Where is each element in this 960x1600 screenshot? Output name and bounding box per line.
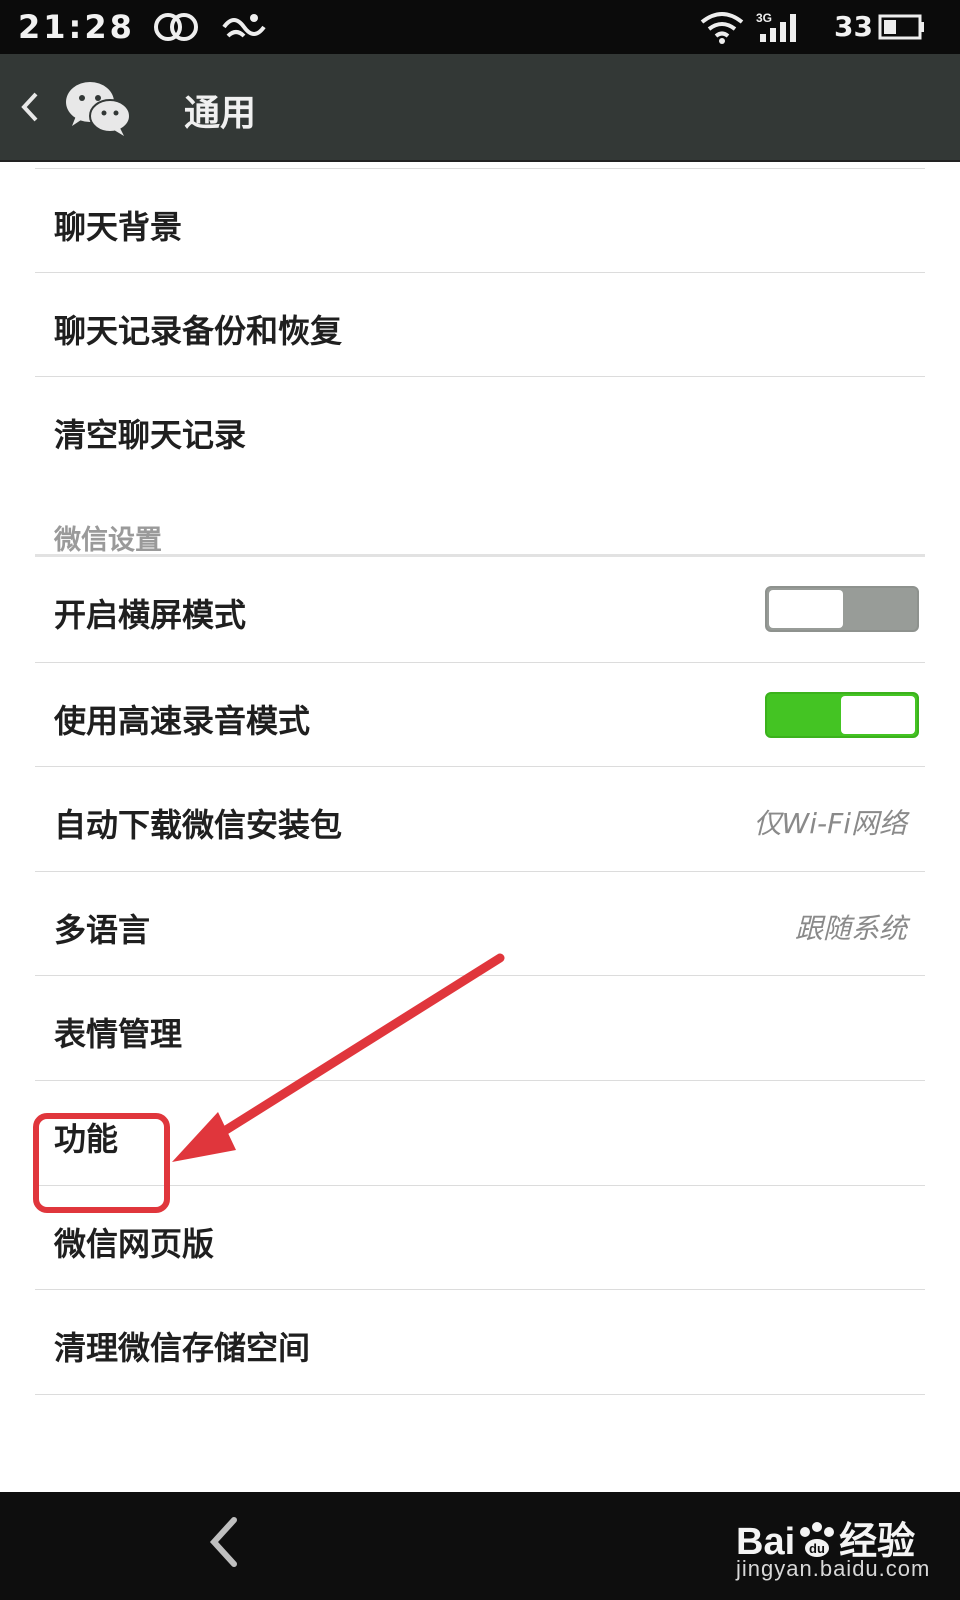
divider	[35, 1289, 925, 1290]
list-item-clear-storage[interactable]: 清理微信存储空间	[35, 1291, 925, 1395]
list-item-label: 表情管理	[54, 1015, 183, 1053]
landscape-toggle[interactable]	[765, 586, 919, 632]
list-item-chat-backup[interactable]: 聊天记录备份和恢复	[35, 274, 925, 378]
list-item-auto-download[interactable]: 自动下载微信安装包 仅Wi-Fi网络	[35, 768, 925, 872]
section-divider	[35, 554, 925, 557]
toggle-knob	[769, 590, 843, 628]
list-item-emoji-manage[interactable]: 表情管理	[35, 977, 925, 1081]
divider	[35, 975, 925, 976]
battery-level: 33	[834, 10, 873, 43]
list-item-landscape-mode[interactable]: 开启横屏模式	[35, 558, 925, 662]
list-item-label: 开启横屏模式	[54, 596, 247, 634]
toggle-knob	[841, 696, 915, 734]
divider	[35, 168, 925, 169]
list-item-fast-recording[interactable]: 使用高速录音模式	[35, 664, 925, 768]
list-item-value: 仅Wi-Fi网络	[753, 807, 907, 840]
list-item-label: 多语言	[54, 911, 151, 949]
divider	[35, 1394, 925, 1395]
list-item-language[interactable]: 多语言 跟随系统	[35, 873, 925, 977]
divider	[35, 1080, 925, 1081]
page-title: 通用	[184, 93, 257, 134]
list-item-label: 自动下载微信安装包	[54, 806, 343, 844]
list-item-label: 聊天记录备份和恢复	[54, 312, 343, 350]
list-item-label: 清理微信存储空间	[54, 1329, 311, 1367]
svg-text:3G: 3G	[756, 11, 772, 25]
navigation-bar: Bai du 经验 jingyan.baidu.com	[0, 1492, 960, 1600]
list-item-chat-background[interactable]: 聊天背景	[35, 170, 925, 274]
divider	[35, 662, 925, 663]
section-header: 微信设置	[54, 525, 162, 556]
signal-3g-icon: 3G	[756, 10, 806, 48]
list-item-value: 跟随系统	[794, 912, 907, 945]
list-item-label: 聊天背景	[54, 208, 183, 246]
status-bar: 21:28 3G 33	[0, 0, 960, 54]
paw-icon: du	[795, 1522, 839, 1558]
divider	[35, 272, 925, 273]
back-chevron-icon[interactable]	[14, 84, 44, 130]
battery-icon	[878, 10, 926, 48]
back-nav-icon[interactable]	[206, 1512, 242, 1576]
divider	[35, 376, 925, 377]
wechat-logo-icon[interactable]	[64, 78, 134, 142]
wifi-icon	[700, 10, 744, 48]
status-time: 21:28	[18, 8, 135, 46]
watermark-url: jingyan.baidu.com	[736, 1556, 931, 1581]
list-item-label: 使用高速录音模式	[54, 702, 311, 740]
svg-text:du: du	[809, 1541, 825, 1556]
highlight-box	[33, 1113, 170, 1213]
list-item-label: 清空聊天记录	[54, 416, 247, 454]
divider	[35, 766, 925, 767]
divider	[35, 871, 925, 872]
notification-app-icon	[220, 10, 266, 48]
list-item-label: 微信网页版	[54, 1225, 215, 1263]
list-item-clear-history[interactable]: 清空聊天记录	[35, 378, 925, 482]
notification-rings-icon	[152, 10, 200, 48]
fast-recording-toggle[interactable]	[765, 692, 919, 738]
action-bar: 通用	[0, 54, 960, 162]
